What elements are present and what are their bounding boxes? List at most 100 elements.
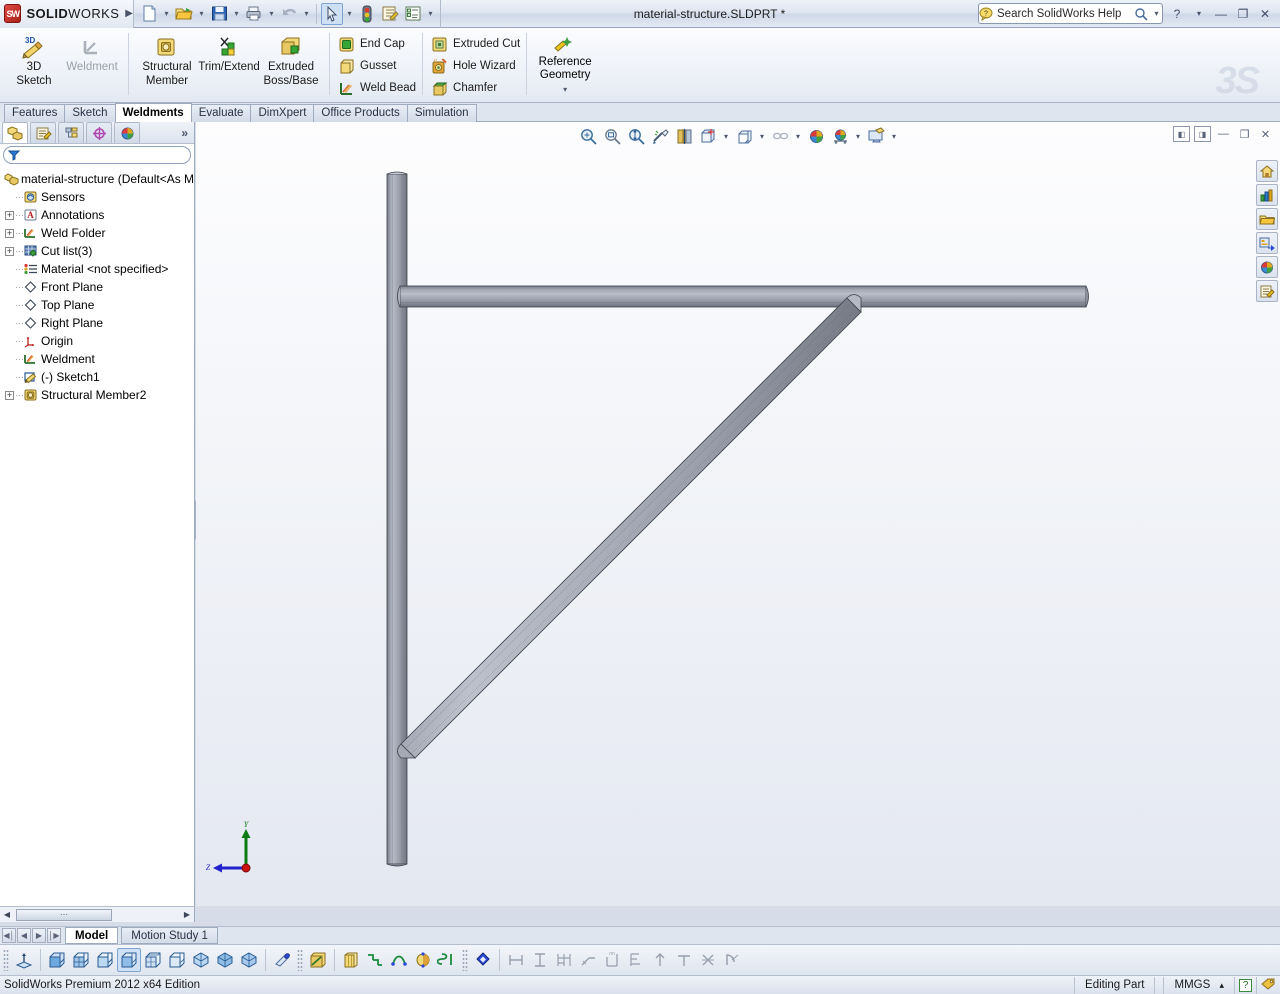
diagonal-brace[interactable]: [397, 294, 862, 759]
baseline-dimension-icon[interactable]: [552, 948, 576, 972]
normal-to-icon[interactable]: [12, 948, 36, 972]
search-caret-icon[interactable]: ▾: [1151, 9, 1162, 18]
smart-dimension-icon[interactable]: [471, 948, 495, 972]
save-document-caret-icon[interactable]: ▾: [231, 3, 242, 25]
open-document-icon[interactable]: [173, 3, 195, 25]
undo-icon[interactable]: [278, 3, 300, 25]
3d-sketch-button[interactable]: 3D 3D Sketch: [5, 30, 63, 88]
tree-item-part[interactable]: material-structure (Default<As M: [4, 170, 194, 188]
tree-expand-plus[interactable]: +: [4, 210, 15, 220]
units-selector[interactable]: MMGS ▴: [1163, 976, 1234, 994]
weldment-button[interactable]: Weldment: [63, 30, 121, 74]
structural-member-button[interactable]: Structural Member: [136, 30, 198, 88]
tree-item-front-plane[interactable]: ⋯ Front Plane: [4, 278, 194, 296]
solidworks-resources-icon[interactable]: [1256, 160, 1278, 182]
toolbar-grip[interactable]: [3, 949, 9, 971]
open-document-caret-icon[interactable]: ▾: [196, 3, 207, 25]
tab-evaluate[interactable]: Evaluate: [190, 104, 252, 122]
help-search-box[interactable]: ? Search SolidWorks Help ▾: [978, 3, 1163, 24]
options-icon[interactable]: [402, 3, 424, 25]
weld-bead-tool-icon[interactable]: [435, 948, 459, 972]
horizontal-dimension-icon[interactable]: [504, 948, 528, 972]
first-tab-button[interactable]: ◀│: [2, 928, 16, 943]
tree-expand-plus[interactable]: +: [4, 246, 15, 256]
horizontal-beam[interactable]: [397, 285, 1089, 308]
manager-tabs-more-icon[interactable]: »: [181, 126, 194, 140]
top-view-icon[interactable]: [141, 948, 165, 972]
print-document-icon[interactable]: [243, 3, 265, 25]
reference-geometry-dropdown-icon[interactable]: ▾: [563, 85, 567, 94]
new-document-caret-icon[interactable]: ▾: [161, 3, 172, 25]
select-tool-icon[interactable]: [321, 2, 343, 25]
dimetric-view-icon[interactable]: [237, 948, 261, 972]
tab-office-products[interactable]: Office Products: [313, 104, 408, 122]
solidworks-logo-area[interactable]: SW SOLIDWORKS ▶: [0, 0, 134, 28]
tree-item-origin[interactable]: ⋯ Origin: [4, 332, 194, 350]
tree-item-sketch1[interactable]: ⋯ (-) Sketch1: [4, 368, 194, 386]
property-manager-tab[interactable]: [30, 122, 56, 143]
help-search-input[interactable]: Search SolidWorks Help: [997, 8, 1134, 20]
rebuild-icon[interactable]: [356, 3, 378, 25]
configuration-manager-tab[interactable]: [58, 122, 84, 143]
tab-simulation[interactable]: Simulation: [406, 104, 477, 122]
back-view-icon[interactable]: [69, 948, 93, 972]
view-palette-icon[interactable]: [1256, 232, 1278, 254]
select-tool-caret-icon[interactable]: ▾: [344, 3, 355, 25]
front-view-icon[interactable]: [45, 948, 69, 972]
tab-model[interactable]: Model: [65, 927, 119, 944]
chamfer-button[interactable]: Chamfer: [425, 77, 524, 99]
structural-member-tool-icon[interactable]: [306, 948, 330, 972]
vertical-ordinate-icon[interactable]: [648, 948, 672, 972]
left-view-icon[interactable]: [93, 948, 117, 972]
tree-item-weld-folder[interactable]: + ⋯ Weld Folder: [4, 224, 194, 242]
feature-manager-tab[interactable]: [2, 122, 28, 143]
horizontal-ordinate-icon[interactable]: [624, 948, 648, 972]
vertical-dimension-icon[interactable]: [528, 948, 552, 972]
tab-motion-study-1[interactable]: Motion Study 1: [121, 927, 218, 944]
restore-window-icon[interactable]: ❐: [1233, 4, 1253, 24]
next-tab-button[interactable]: ▶: [32, 928, 46, 943]
tab-weldments[interactable]: Weldments: [114, 103, 192, 122]
isometric-view-icon[interactable]: [189, 948, 213, 972]
tree-expand-plus[interactable]: +: [4, 228, 15, 238]
minimize-window-icon[interactable]: —: [1211, 4, 1231, 24]
custom-properties-icon[interactable]: [1256, 280, 1278, 302]
toolbar-grip[interactable]: [462, 949, 468, 971]
display-manager-tab[interactable]: [114, 122, 140, 143]
options-caret-icon[interactable]: ▾: [425, 3, 436, 25]
undo-caret-icon[interactable]: ▾: [301, 3, 312, 25]
tree-item-sensors[interactable]: ⋯ Sensors: [4, 188, 194, 206]
scroll-left-arrow-icon[interactable]: ◀: [0, 910, 14, 919]
tab-dimxpert[interactable]: DimXpert: [250, 104, 315, 122]
help-caret-icon[interactable]: ▾: [1189, 4, 1209, 24]
tree-expand-plus[interactable]: +: [4, 390, 15, 400]
save-document-icon[interactable]: [208, 3, 230, 25]
trim-extend-button[interactable]: Trim/Extend: [198, 30, 260, 74]
trimetric-view-icon[interactable]: [213, 948, 237, 972]
end-cap-button[interactable]: End Cap: [332, 33, 420, 55]
weld-bead-button[interactable]: Weld Bead: [332, 77, 420, 99]
tree-item-right-plane[interactable]: ⋯ Right Plane: [4, 314, 194, 332]
scroll-thumb[interactable]: ⋯: [16, 908, 112, 921]
tree-item-structural-member2[interactable]: + ⋯ Structural Member2: [4, 386, 194, 404]
gusset-tool-icon[interactable]: [411, 948, 435, 972]
appearances-scenes-icon[interactable]: [1256, 256, 1278, 278]
extruded-boss-button[interactable]: Extruded Boss/Base: [260, 30, 322, 88]
file-explorer-icon[interactable]: [1256, 208, 1278, 230]
tree-item-weldment[interactable]: ⋯ Weldment: [4, 350, 194, 368]
tab-sketch[interactable]: Sketch: [64, 104, 116, 122]
tag-button[interactable]: [1256, 976, 1280, 994]
vertical-column[interactable]: [386, 171, 408, 867]
ordinate-dimension-icon[interactable]: nn: [600, 948, 624, 972]
scroll-right-arrow-icon[interactable]: ▶: [180, 910, 194, 919]
print-document-caret-icon[interactable]: ▾: [266, 3, 277, 25]
tab-features[interactable]: Features: [4, 104, 66, 122]
trim-extend-tool-icon[interactable]: [363, 948, 387, 972]
right-view-icon[interactable]: [117, 948, 141, 972]
previous-tab-button[interactable]: ◀: [17, 928, 31, 943]
tree-item-top-plane[interactable]: ⋯ Top Plane: [4, 296, 194, 314]
design-library-icon[interactable]: [1256, 184, 1278, 206]
tree-item-annotations[interactable]: + ⋯ A Annotations: [4, 206, 194, 224]
new-document-icon[interactable]: [138, 3, 160, 25]
search-icon[interactable]: [1134, 7, 1151, 21]
